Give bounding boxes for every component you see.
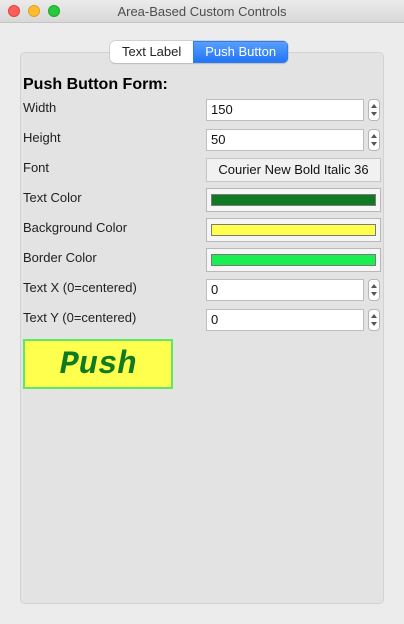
stepper-up-icon xyxy=(371,314,377,318)
text-y-stepper[interactable] xyxy=(368,309,380,331)
title-bar: Area-Based Custom Controls xyxy=(0,0,404,23)
background-color-well[interactable] xyxy=(206,218,381,242)
form-title: Push Button Form: xyxy=(23,76,168,93)
stepper-down-icon xyxy=(371,112,377,116)
width-stepper[interactable] xyxy=(368,99,380,121)
width-label: Width xyxy=(23,100,57,115)
stepper-down-icon xyxy=(371,292,377,296)
tab-text-label[interactable]: Text Label xyxy=(110,41,194,63)
text-y-input[interactable]: 0 xyxy=(206,309,364,331)
text-color-label: Text Color xyxy=(23,190,82,205)
stepper-up-icon xyxy=(371,134,377,138)
tab-push-button[interactable]: Push Button xyxy=(193,41,289,63)
border-color-label: Border Color xyxy=(23,250,97,265)
stepper-up-icon xyxy=(371,284,377,288)
text-x-stepper[interactable] xyxy=(368,279,380,301)
stepper-down-icon xyxy=(371,142,377,146)
text-y-label: Text Y (0=centered) xyxy=(23,310,137,325)
border-color-swatch xyxy=(211,254,376,266)
segmented-tab-control: Text Label Push Button xyxy=(110,41,289,63)
text-color-well[interactable] xyxy=(206,188,381,212)
width-input[interactable]: 150 xyxy=(206,99,364,121)
height-input[interactable]: 50 xyxy=(206,129,364,151)
window-title: Area-Based Custom Controls xyxy=(117,4,287,19)
height-label: Height xyxy=(23,130,61,145)
preview-push-button-label: Push xyxy=(59,345,137,383)
height-stepper[interactable] xyxy=(368,129,380,151)
text-x-label: Text X (0=centered) xyxy=(23,280,137,295)
font-picker-button[interactable]: Courier New Bold Italic 36 xyxy=(206,158,381,182)
preview-push-button[interactable]: Push xyxy=(23,339,173,389)
stepper-up-icon xyxy=(371,104,377,108)
background-color-label: Background Color xyxy=(23,220,128,235)
font-label: Font xyxy=(23,160,50,175)
text-x-input[interactable]: 0 xyxy=(206,279,364,301)
border-color-well[interactable] xyxy=(206,248,381,272)
stepper-down-icon xyxy=(371,322,377,326)
background-color-swatch xyxy=(211,224,376,236)
text-color-swatch xyxy=(211,194,376,206)
